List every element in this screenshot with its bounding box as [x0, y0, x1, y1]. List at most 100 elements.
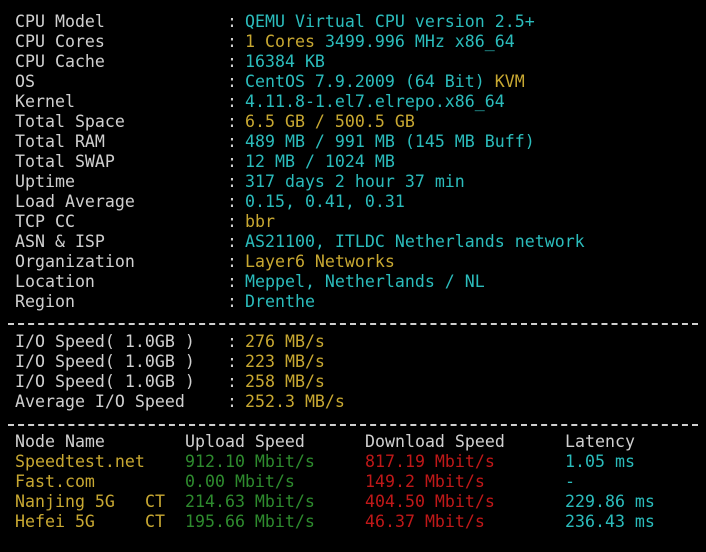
io-label: I/O Speed( 1.0GB ) — [15, 332, 195, 351]
info-value-part: AS21100, ITLDC Netherlands network — [245, 232, 585, 251]
header-download-speed: Download Speed — [365, 432, 505, 451]
info-value: Layer6 Networks — [245, 252, 395, 272]
info-label: Total RAM — [15, 132, 105, 151]
node-name: Speedtest.net — [15, 452, 145, 471]
upload-speed: 214.63 Mbit/s — [185, 492, 315, 511]
speedtest-row: Nanjing 5G CT 214.63 Mbit/s 404.50 Mbit/s 22… — [0, 492, 706, 512]
info-value: 489 MB / 991 MB (145 MB Buff) — [245, 132, 535, 152]
info-value: AS21100, ITLDC Netherlands network — [245, 232, 585, 252]
info-value: 12 MB / 1024 MB — [245, 152, 395, 172]
upload-speed: 0.00 Mbit/s — [185, 472, 295, 491]
colon-separator: : — [227, 252, 237, 271]
io-row: I/O Speed( 1.0GB ):258 MB/s — [0, 372, 706, 392]
info-row: TCP CC: bbr — [0, 212, 706, 232]
node-isp: CT — [145, 492, 165, 511]
colon-separator: : — [227, 12, 237, 31]
info-value-part: 3499.996 MHz x86_64 — [324, 32, 515, 51]
colon-separator: : — [227, 92, 237, 111]
info-label: CPU Model — [15, 12, 105, 31]
info-row: Location: Meppel, Netherlands / NL — [0, 272, 706, 292]
info-value: Meppel, Netherlands / NL — [245, 272, 485, 292]
colon-separator: : — [227, 392, 237, 411]
node-isp: CT — [145, 512, 165, 531]
node-name: Fast.com — [15, 472, 95, 491]
info-label: Total Space — [15, 112, 125, 131]
info-value-part: KVM — [494, 72, 525, 91]
header-upload-speed: Upload Speed — [185, 432, 305, 451]
info-value-part: 4.11.8-1.el7.elrepo.x86_64 — [245, 92, 505, 111]
info-row: CPU Cores:1 Cores 3499.996 MHz x86_64 — [0, 32, 706, 52]
info-label: Total SWAP — [15, 152, 115, 171]
io-label: I/O Speed( 1.0GB ) — [15, 352, 195, 371]
info-value: 16384 KB — [245, 52, 325, 72]
info-row: CPU Model: QEMU Virtual CPU version 2.5+ — [0, 12, 706, 32]
colon-separator: : — [227, 272, 237, 291]
info-row: CPU Cache:16384 KB — [0, 52, 706, 72]
colon-separator: : — [227, 112, 237, 131]
info-value-part: Layer6 Networks — [245, 252, 395, 271]
info-value: QEMU Virtual CPU version 2.5+ — [245, 12, 535, 32]
info-row: Total RAM:489 MB / 991 MB (145 MB Buff) — [0, 132, 706, 152]
colon-separator: : — [227, 32, 237, 51]
info-row: Organization: Layer6 Networks — [0, 252, 706, 272]
info-row: Kernel:4.11.8-1.el7.elrepo.x86_64 — [0, 92, 706, 112]
upload-speed: 912.10 Mbit/s — [185, 452, 315, 471]
info-value: 1 Cores 3499.996 MHz x86_64 — [245, 32, 515, 52]
colon-separator: : — [227, 352, 237, 371]
info-label: TCP CC — [15, 212, 75, 231]
info-value-part: Meppel, Netherlands / NL — [245, 272, 485, 291]
colon-separator: : — [227, 372, 237, 391]
info-row: ASN & ISP: AS21100, ITLDC Netherlands net… — [0, 232, 706, 252]
info-value: 4.11.8-1.el7.elrepo.x86_64 — [245, 92, 505, 112]
speedtest-header-row: Node Name Upload Speed Download Speed La… — [0, 432, 706, 452]
io-value: 276 MB/s — [245, 332, 325, 351]
colon-separator: : — [227, 52, 237, 71]
io-value: 258 MB/s — [245, 372, 325, 391]
colon-separator: : — [227, 232, 237, 251]
io-value: 252.3 MB/s — [245, 392, 345, 411]
download-speed: 149.2 Mbit/s — [365, 472, 485, 491]
info-label: CPU Cache — [15, 52, 105, 71]
colon-separator: : — [227, 292, 237, 311]
latency-value: 1.05 ms — [565, 452, 635, 471]
info-row: Region: Drenthe — [0, 292, 706, 312]
info-label: Load Average — [15, 192, 135, 211]
info-value-part: bbr — [245, 212, 275, 231]
download-speed: 404.50 Mbit/s — [365, 492, 495, 511]
node-name: Nanjing 5G — [15, 492, 115, 511]
info-value: 0.15, 0.41, 0.31 — [245, 192, 405, 212]
info-row: OS: CentOS 7.9.2009 (64 Bit) KVM — [0, 72, 706, 92]
download-speed: 817.19 Mbit/s — [365, 452, 495, 471]
info-label: CPU Cores — [15, 32, 105, 51]
info-value-part: CentOS 7.9.2009 (64 Bit) — [245, 72, 495, 91]
info-label: Uptime — [15, 172, 75, 191]
info-value: CentOS 7.9.2009 (64 Bit) KVM — [245, 72, 525, 92]
info-row: Uptime:317 days 2 hour 37 min — [0, 172, 706, 192]
info-value: 6.5 GB / 500.5 GB — [245, 112, 415, 132]
colon-separator: : — [227, 332, 237, 351]
info-value-part: 489 MB / 991 MB (145 MB Buff) — [245, 132, 535, 151]
speedtest-row: Fast.com 0.00 Mbit/s 149.2 Mbit/s - — [0, 472, 706, 492]
speedtest-row: Speedtest.net 912.10 Mbit/s 817.19 Mbit/s 1… — [0, 452, 706, 472]
info-label: ASN & ISP — [15, 232, 105, 251]
info-value: Drenthe — [245, 292, 315, 312]
info-value-part: 317 days 2 hour 37 min — [245, 172, 465, 191]
colon-separator: : — [227, 152, 237, 171]
info-row: Total Space:6.5 GB / 500.5 GB — [0, 112, 706, 132]
colon-separator: : — [227, 72, 237, 91]
header-node-name: Node Name — [15, 432, 105, 451]
info-label: Region — [15, 292, 75, 311]
upload-speed: 195.66 Mbit/s — [185, 512, 315, 531]
info-label: Kernel — [15, 92, 75, 111]
speedtest-row: Hefei 5G CT 195.66 Mbit/s 46.37 Mbit/s 236.4… — [0, 512, 706, 532]
info-value-part: 16384 KB — [245, 52, 325, 71]
latency-value: - — [565, 472, 575, 491]
io-row: Average I/O Speed:252.3 MB/s — [0, 392, 706, 412]
io-label: Average I/O Speed — [15, 392, 185, 411]
info-label: OS — [15, 72, 35, 91]
info-label: Location — [15, 272, 95, 291]
header-latency: Latency — [565, 432, 635, 451]
info-value-part: 0.15, 0.41, 0.31 — [245, 192, 405, 211]
io-label: I/O Speed( 1.0GB ) — [15, 372, 195, 391]
info-value-part: QEMU Virtual CPU version 2.5+ — [245, 12, 535, 31]
